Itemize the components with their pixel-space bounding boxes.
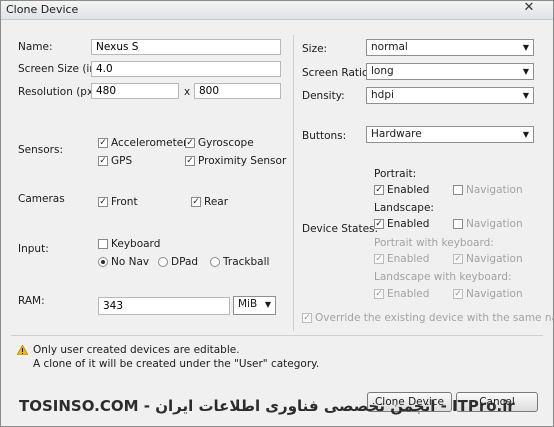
input-label: Input:	[18, 243, 49, 255]
warning-line-1: Only user created devices are editable.	[33, 344, 240, 356]
panel-divider	[293, 35, 294, 331]
portrait-navigation-checkbox[interactable]	[453, 185, 463, 195]
landscape-enabled-label: Enabled	[387, 218, 430, 230]
portrait-enabled-label: Enabled	[387, 184, 430, 196]
override-checkbox[interactable]: ✓	[302, 313, 312, 323]
landscape-kb-navigation-label: Navigation	[466, 288, 523, 300]
size-label: Size:	[302, 43, 328, 55]
density-select[interactable]: hdpi ▼	[366, 87, 534, 104]
portrait-label: Portrait:	[374, 168, 417, 180]
ram-input[interactable]	[98, 297, 230, 315]
trackball-label: Trackball	[223, 256, 270, 268]
ram-unit-value: MiB	[238, 298, 258, 310]
ram-label: RAM:	[18, 295, 45, 307]
resolution-x-label: x	[184, 86, 191, 98]
screen-ratio-label: Screen Ratio:	[302, 67, 372, 79]
front-camera-label: Front	[111, 196, 138, 208]
override-label: Override the existing device with the sa…	[315, 312, 554, 324]
buttons-label: Buttons:	[302, 130, 347, 142]
landscape-navigation-checkbox[interactable]	[453, 219, 463, 229]
cameras-label: Cameras	[18, 193, 65, 205]
accelerometer-label: Accelerometer	[111, 137, 188, 149]
warning-icon	[17, 345, 28, 355]
gps-label: GPS	[111, 155, 133, 167]
trackball-radio[interactable]	[210, 257, 220, 267]
landscape-kb-navigation-checkbox[interactable]: ✓	[453, 289, 463, 299]
window-title: Clone Device	[6, 3, 79, 16]
gps-checkbox[interactable]: ✓	[98, 156, 108, 166]
screen-size-input[interactable]	[91, 61, 281, 77]
warning-line-2: A clone of it will be created under the …	[33, 358, 320, 370]
nonav-label: No Nav	[111, 256, 150, 268]
landscape-keyboard-label: Landscape with keyboard:	[374, 271, 512, 283]
accelerometer-checkbox[interactable]: ✓	[98, 138, 108, 148]
front-camera-checkbox[interactable]: ✓	[98, 197, 108, 207]
rear-camera-checkbox[interactable]: ✓	[191, 197, 201, 207]
landscape-enabled-checkbox[interactable]: ✓	[374, 219, 384, 229]
gyroscope-checkbox[interactable]: ✓	[185, 138, 195, 148]
resolution-label: Resolution (px):	[18, 86, 101, 98]
gyroscope-label: Gyroscope	[198, 137, 254, 149]
radio-selected-dot	[101, 260, 105, 264]
chevron-down-icon: ▼	[522, 91, 529, 100]
landscape-navigation-label: Navigation	[466, 218, 523, 230]
title-bar: Clone Device ✕	[1, 1, 553, 20]
portrait-keyboard-label: Portrait with keyboard:	[374, 237, 494, 249]
chevron-down-icon: ▼	[522, 130, 529, 139]
portrait-kb-navigation-label: Navigation	[466, 253, 523, 265]
name-input[interactable]	[91, 39, 281, 55]
chevron-down-icon: ▼	[522, 43, 529, 52]
size-select[interactable]: normal ▼	[366, 39, 534, 56]
device-states-label: Device States:	[302, 223, 379, 235]
buttons-value: Hardware	[371, 128, 422, 140]
buttons-select[interactable]: Hardware ▼	[366, 126, 534, 143]
dpad-label: DPad	[171, 256, 199, 268]
portrait-enabled-checkbox[interactable]: ✓	[374, 185, 384, 195]
size-value: normal	[371, 41, 408, 53]
portrait-kb-navigation-checkbox[interactable]: ✓	[453, 254, 463, 264]
keyboard-label: Keyboard	[111, 238, 161, 250]
density-value: hdpi	[371, 89, 394, 101]
proximity-checkbox[interactable]: ✓	[185, 156, 195, 166]
close-icon[interactable]: ✕	[511, 1, 547, 15]
chevron-down-icon: ▼	[522, 67, 529, 76]
sensors-label: Sensors:	[18, 144, 63, 156]
portrait-kb-enabled-label: Enabled	[387, 253, 430, 265]
portrait-navigation-label: Navigation	[466, 184, 523, 196]
footer-divider	[11, 335, 543, 336]
watermark-text: TOSINSO.COM - انجمن تخصصی فناوری اطلاعات…	[19, 397, 515, 415]
chevron-down-icon: ▼	[264, 300, 271, 309]
dpad-radio[interactable]	[158, 257, 168, 267]
portrait-kb-enabled-checkbox[interactable]: ✓	[374, 254, 384, 264]
landscape-label: Landscape:	[374, 202, 434, 214]
clone-device-window: Clone Device ✕ Name: Screen Size (in): R…	[0, 0, 554, 427]
screen-ratio-value: long	[371, 65, 394, 77]
keyboard-checkbox[interactable]	[98, 239, 108, 249]
landscape-kb-enabled-label: Enabled	[387, 288, 430, 300]
resolution-width-input[interactable]	[91, 83, 179, 99]
proximity-label: Proximity Sensor	[198, 155, 287, 167]
density-label: Density:	[302, 90, 345, 102]
rear-camera-label: Rear	[204, 196, 229, 208]
name-label: Name:	[18, 41, 53, 53]
ram-unit-select[interactable]: MiB ▼	[233, 296, 276, 315]
landscape-kb-enabled-checkbox[interactable]: ✓	[374, 289, 384, 299]
resolution-height-input[interactable]	[194, 83, 281, 99]
nonav-radio[interactable]	[98, 257, 108, 267]
screen-ratio-select[interactable]: long ▼	[366, 63, 534, 80]
